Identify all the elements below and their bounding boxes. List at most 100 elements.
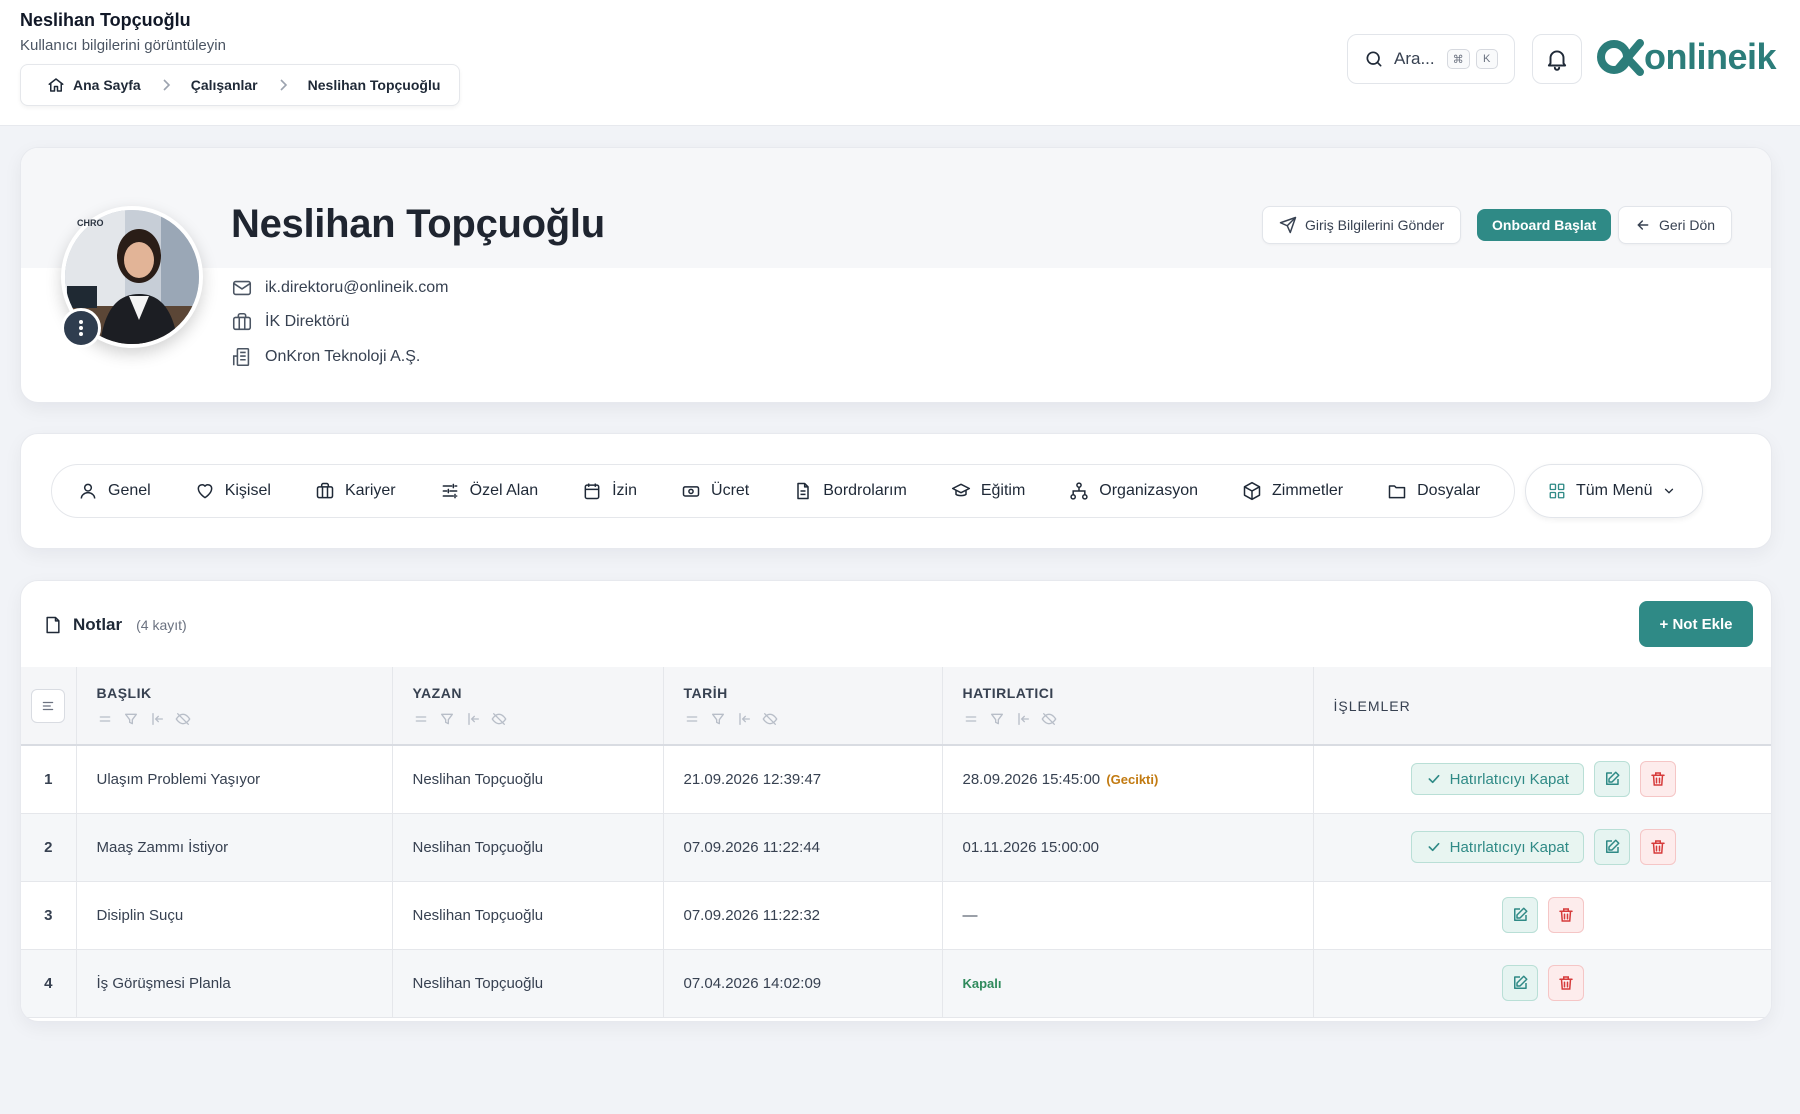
sort-icon[interactable] [413,711,429,727]
row-actions: Hatırlatıcıyı Kapat [1313,745,1771,813]
tab-payrolls[interactable]: Bordrolarım [793,481,907,501]
logo-mark-icon [1596,36,1644,78]
all-menu-dropdown[interactable]: Tüm Menü [1525,464,1703,518]
edit-note-button[interactable] [1593,829,1630,865]
filter-icon[interactable] [710,711,726,727]
column-header-title: BAŞLIK [76,667,393,745]
trash-icon [1649,838,1667,856]
tab-general[interactable]: Genel [78,481,151,501]
pin-column-icon[interactable] [149,711,165,727]
all-menu-label: Tüm Menü [1576,482,1653,499]
top-bar: Neslihan Topçuoğlu Kullanıcı bilgilerini… [0,0,1800,126]
tab-label: Zimmetler [1272,482,1344,499]
edit-note-button[interactable] [1502,897,1539,933]
edit-note-button[interactable] [1593,761,1630,798]
add-note-button[interactable]: + Not Ekle [1639,601,1753,647]
column-tools [963,711,1313,727]
shortcut-key-k: K [1475,49,1498,69]
hide-column-icon[interactable] [762,711,778,727]
row-actions: Hatırlatıcıyı Kapat [1313,813,1771,881]
profile-name: Neslihan Topçuoğlu [231,202,605,246]
edit-icon [1603,770,1621,788]
breadcrumb-employees[interactable]: Çalışanlar [191,77,258,93]
tab-organization[interactable]: Organizasyon [1069,481,1198,501]
sort-icon[interactable] [684,711,700,727]
org-chart-icon [1069,481,1089,501]
tab-leave[interactable]: İzin [582,481,637,501]
tab-label: İzin [612,482,638,499]
avatar-menu-button[interactable] [61,308,101,348]
column-menu-button[interactable] [31,688,66,723]
chevron-right-icon [161,79,171,91]
reminder-datetime: 01.11.2026 15:00:00 [962,838,1100,856]
chevron-right-icon [278,79,288,91]
column-reminder-label: HATIRLATICI [962,685,1054,701]
tab-assets[interactable]: Zimmetler [1242,481,1343,501]
close-reminder-button[interactable]: Hatırlatıcıyı Kapat [1410,831,1584,863]
building-icon [231,346,253,368]
sort-icon[interactable] [97,711,113,727]
tab-personal[interactable]: Kişisel [195,481,271,501]
note-icon [43,615,63,635]
document-icon [793,481,813,501]
reminder-closed-badge: Kapalı [962,975,1002,991]
pin-column-icon[interactable] [736,711,752,727]
graduation-cap-icon [951,481,971,501]
notes-card: Notlar (4 kayıt) + Not Ekle BAŞLIK YAZAN… [20,580,1772,1022]
delete-note-button[interactable] [1548,897,1585,933]
tab-label: Organizasyon [1099,482,1198,499]
filter-icon[interactable] [123,711,139,727]
tab-bar: Genel Kişisel Kariyer Özel Alan İzin Ücr… [51,464,1515,518]
tab-custom-field[interactable]: Özel Alan [440,481,538,501]
tab-salary[interactable]: Ücret [681,481,749,501]
filter-icon[interactable] [989,711,1005,727]
edit-icon [1511,974,1529,992]
close-reminder-label: Hatırlatıcıyı Kapat [1449,770,1569,788]
logo[interactable]: onlineik [1596,36,1777,78]
pin-column-icon[interactable] [465,711,481,727]
start-onboard-button[interactable]: Onboard Başlat [1477,209,1612,241]
tab-career[interactable]: Kariyer [315,481,396,501]
mail-icon [231,277,253,299]
search-icon [1364,49,1384,69]
more-vertical-icon [78,319,84,337]
grid-icon [1548,482,1566,500]
search-placeholder: Ara... [1394,49,1435,68]
trash-icon [1649,770,1667,788]
close-reminder-button[interactable]: Hatırlatıcıyı Kapat [1410,763,1584,796]
tab-training[interactable]: Eğitim [951,481,1025,501]
sort-icon[interactable] [963,711,979,727]
sliders-icon [440,481,460,501]
tab-files[interactable]: Dosyalar [1387,481,1480,501]
profile-position-row: İK Direktörü [231,311,349,333]
tab-label: Özel Alan [469,482,539,499]
hide-column-icon[interactable] [1041,711,1057,727]
send-login-info-button[interactable]: Giriş Bilgilerini Gönder [1262,206,1462,244]
row-actions [1313,949,1771,1017]
notes-title: Notlar [73,615,123,634]
search-button[interactable]: Ara... ⌘ K [1347,34,1515,84]
filter-icon[interactable] [439,711,455,727]
row-number: 1 [21,745,77,813]
hide-column-icon[interactable] [491,711,507,727]
check-icon [1426,839,1442,855]
notes-header: Notlar (4 kayıt) [43,615,187,635]
breadcrumb-home-label: Ana Sayfa [73,77,141,93]
delete-note-button[interactable] [1639,829,1676,865]
notes-table: BAŞLIK YAZAN TARİH HATIRLATICI İŞLEMLER … [21,667,1771,1018]
delete-note-button[interactable] [1639,761,1676,798]
trash-icon [1557,906,1575,924]
breadcrumb: Ana Sayfa Çalışanlar Neslihan Topçuoğlu [20,64,460,106]
note-reminder: 01.11.2026 15:00:00 [942,813,1314,881]
breadcrumb-home[interactable]: Ana Sayfa [47,76,141,94]
column-title-label: BAŞLIK [96,685,152,701]
send-icon [1279,216,1297,234]
note-author: Neslihan Topçuoğlu [392,949,664,1017]
edit-note-button[interactable] [1502,965,1539,1001]
pin-column-icon[interactable] [1015,711,1031,727]
back-button[interactable]: Geri Dön [1618,206,1733,244]
hide-column-icon[interactable] [175,711,191,727]
shortcut-key-cmd: ⌘ [1446,49,1470,69]
delete-note-button[interactable] [1548,965,1585,1001]
notifications-button[interactable] [1532,34,1582,84]
